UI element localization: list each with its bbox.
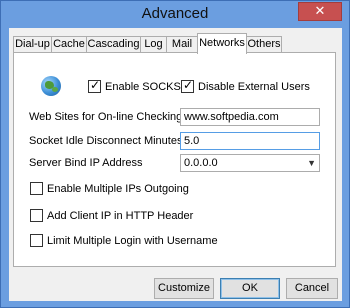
add-client-ip-label: Add Client IP in HTTP Header (47, 209, 194, 222)
checkbox-box[interactable] (30, 209, 43, 222)
window-title: Advanced (141, 5, 209, 22)
close-icon: ✕ (314, 3, 326, 18)
chevron-down-icon[interactable]: ▼ (307, 155, 316, 171)
web-sites-input[interactable]: www.softpedia.com (180, 108, 320, 126)
bind-ip-label: Server Bind IP Address (29, 157, 143, 169)
advanced-dialog: Advanced ✕ Dial-up Cache Cascading Log M… (0, 0, 350, 308)
enable-socks4-label: Enable SOCKS4 (105, 80, 187, 93)
checkbox-box[interactable] (88, 78, 101, 93)
add-client-ip-checkbox[interactable]: Add Client IP in HTTP Header (30, 209, 193, 222)
enable-socks4-checkbox[interactable]: Enable SOCKS4 (88, 78, 187, 93)
idle-disconnect-input[interactable]: 5.0 (180, 132, 320, 150)
bind-ip-select[interactable]: 0.0.0.0 ▼ (180, 154, 320, 172)
customize-button[interactable]: Customize (154, 278, 214, 299)
ok-button[interactable]: OK (220, 278, 280, 299)
idle-disconnect-label: Socket Idle Disconnect Minutes (29, 135, 183, 147)
tab-cascading[interactable]: Cascading (86, 36, 141, 53)
web-sites-label: Web Sites for On-line Checking (29, 111, 183, 123)
cancel-button[interactable]: Cancel (286, 278, 338, 299)
close-button[interactable]: ✕ (298, 2, 342, 21)
dialog-client-area: Dial-up Cache Cascading Log Mail Network… (9, 28, 342, 301)
checkbox-box[interactable] (181, 78, 194, 93)
checkbox-box[interactable] (30, 234, 43, 247)
tab-log[interactable]: Log (140, 36, 167, 53)
titlebar: Advanced ✕ (1, 1, 349, 27)
tab-networks[interactable]: Networks (197, 33, 247, 54)
checkbox-box[interactable] (30, 182, 43, 195)
networks-panel: Enable SOCKS4 Disable External Users Web… (13, 52, 336, 267)
enable-multiple-ips-label: Enable Multiple IPs Outgoing (47, 182, 189, 195)
globe-icon (41, 76, 61, 96)
disable-external-users-label: Disable External Users (198, 80, 310, 93)
tab-mail[interactable]: Mail (166, 36, 198, 53)
tab-others[interactable]: Others (246, 36, 282, 53)
limit-multiple-login-checkbox[interactable]: Limit Multiple Login with Username (30, 234, 218, 247)
tab-cache[interactable]: Cache (51, 36, 87, 53)
limit-multiple-login-label: Limit Multiple Login with Username (47, 234, 218, 247)
tab-dial-up[interactable]: Dial-up (13, 36, 52, 53)
disable-external-users-checkbox[interactable]: Disable External Users (181, 78, 310, 93)
bind-ip-value: 0.0.0.0 (184, 157, 218, 169)
enable-multiple-ips-checkbox[interactable]: Enable Multiple IPs Outgoing (30, 182, 189, 195)
